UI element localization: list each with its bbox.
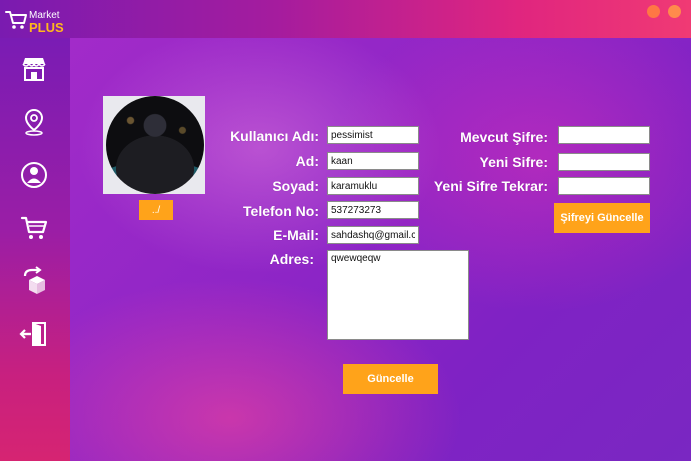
update-password-button[interactable]: Şifreyi Güncelle	[554, 203, 650, 233]
sidebar-item-profile[interactable]	[19, 160, 49, 190]
last-name-label: Soyad:	[272, 178, 319, 194]
store-icon	[22, 58, 46, 81]
logout-icon	[19, 322, 46, 346]
sidebar	[0, 38, 70, 461]
choose-photo-button[interactable]: ../	[139, 200, 173, 220]
profile-photo	[106, 96, 204, 194]
repeat-password-field[interactable]	[558, 177, 650, 195]
new-password-field[interactable]	[558, 153, 650, 171]
brand-plus: PLUS	[29, 20, 64, 35]
sidebar-item-store[interactable]	[19, 54, 49, 84]
cart-logo-icon	[5, 11, 27, 29]
minimize-window-button[interactable]	[668, 5, 681, 18]
sidebar-item-cart[interactable]	[19, 213, 49, 243]
phone-label: Telefon No:	[243, 203, 319, 219]
user-profile-icon	[21, 162, 47, 188]
current-password-field[interactable]	[558, 126, 650, 144]
new-password-label: Yeni Sifre:	[479, 154, 548, 170]
address-label: Adres:	[269, 251, 314, 267]
sidebar-item-logout[interactable]	[19, 319, 49, 349]
return-box-icon	[23, 266, 45, 294]
sidebar-item-returns[interactable]	[19, 266, 49, 296]
email-field[interactable]	[327, 226, 419, 244]
current-password-label: Mevcut Şifre:	[460, 129, 548, 145]
profile-photo-frame	[103, 96, 205, 194]
phone-field[interactable]	[327, 201, 419, 219]
first-name-field[interactable]	[327, 152, 419, 170]
email-label: E-Mail:	[273, 227, 319, 243]
username-field[interactable]	[327, 126, 419, 144]
update-profile-button[interactable]: Güncelle	[343, 364, 438, 394]
location-pin-icon	[24, 108, 44, 136]
sidebar-item-location[interactable]	[19, 107, 49, 137]
last-name-field[interactable]	[327, 177, 419, 195]
address-field[interactable]: qwewqeqw	[327, 250, 469, 340]
first-name-label: Ad:	[295, 153, 319, 169]
username-label: Kullanıcı Adı:	[230, 128, 319, 144]
repeat-password-label: Yeni Sifre Tekrar:	[433, 178, 548, 194]
shopping-cart-icon	[20, 216, 48, 239]
title-bar: Market PLUS	[0, 0, 691, 38]
close-window-button[interactable]	[647, 5, 660, 18]
